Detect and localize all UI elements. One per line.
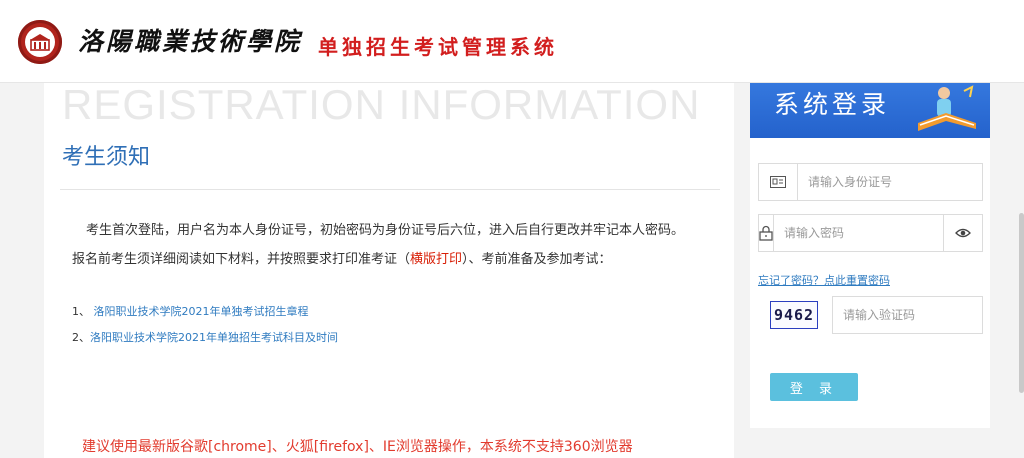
notice-paragraph-1: 考生首次登陆，用户名为本人身份证号，初始密码为身份证号后六位，进入后自行更改并牢… (86, 223, 685, 238)
password-field (758, 214, 944, 252)
login-panel: 系统登录 请输入身份证号 忘记了密码？点此重置密码 9462 请输入验证码 登 … (750, 83, 1003, 428)
school-name: 洛陽職業技術學院 (78, 27, 303, 56)
eye-icon (955, 228, 971, 238)
login-banner: 系统登录 (750, 83, 990, 138)
document-link-item: 1、 洛阳职业技术学院2021年单独考试招生章程 (72, 305, 309, 318)
registration-watermark: REGISTRATION INFORMATION (62, 81, 701, 128)
exam-subjects-link[interactable]: 洛阳职业技术学院2021年单独招生考试科目及时间 (90, 331, 338, 344)
admission-charter-link[interactable]: 洛阳职业技术学院2021年单独考试招生章程 (94, 305, 309, 318)
captcha-image[interactable]: 9462 (770, 301, 818, 329)
id-card-icon (759, 164, 798, 200)
forgot-password-link[interactable]: 忘记了密码？点此重置密码 (758, 272, 890, 288)
header: 洛陽職業技術學院 单独招生考试管理系统 (0, 0, 1024, 83)
id-number-input[interactable] (798, 164, 982, 200)
captcha-field (832, 296, 1003, 334)
system-title: 单独招生考试管理系统 (318, 35, 558, 59)
notice-title: 考生须知 (62, 145, 151, 170)
login-banner-title: 系统登录 (774, 90, 891, 119)
password-input[interactable] (774, 215, 944, 251)
lock-icon (759, 215, 774, 251)
id-number-field (758, 163, 983, 201)
show-password-toggle[interactable] (943, 214, 983, 252)
scrollbar[interactable] (1018, 83, 1024, 458)
scrollbar-thumb[interactable] (1019, 213, 1024, 393)
reading-person-icon (918, 85, 976, 131)
login-button[interactable]: 登 录 (770, 373, 858, 401)
notice-panel: REGISTRATION INFORMATION 考生须知 考生首次登陆，用户名… (44, 81, 734, 458)
divider (60, 189, 720, 190)
captcha-input[interactable] (833, 297, 1003, 333)
notice-paragraph-2: 报名前考生须详细阅读如下材料，并按照要求打印准考证（横版打印）、考前准备及参加考… (72, 252, 612, 267)
document-link-item: 2、洛阳职业技术学院2021年单独招生考试科目及时间 (72, 331, 338, 344)
browser-warning: 建议使用最新版谷歌[chrome]、火狐[firefox]、IE浏览器操作，本系… (82, 439, 633, 455)
landscape-print-highlight: 横版打印 (410, 252, 463, 267)
school-logo (18, 20, 62, 64)
building-icon (30, 34, 50, 51)
